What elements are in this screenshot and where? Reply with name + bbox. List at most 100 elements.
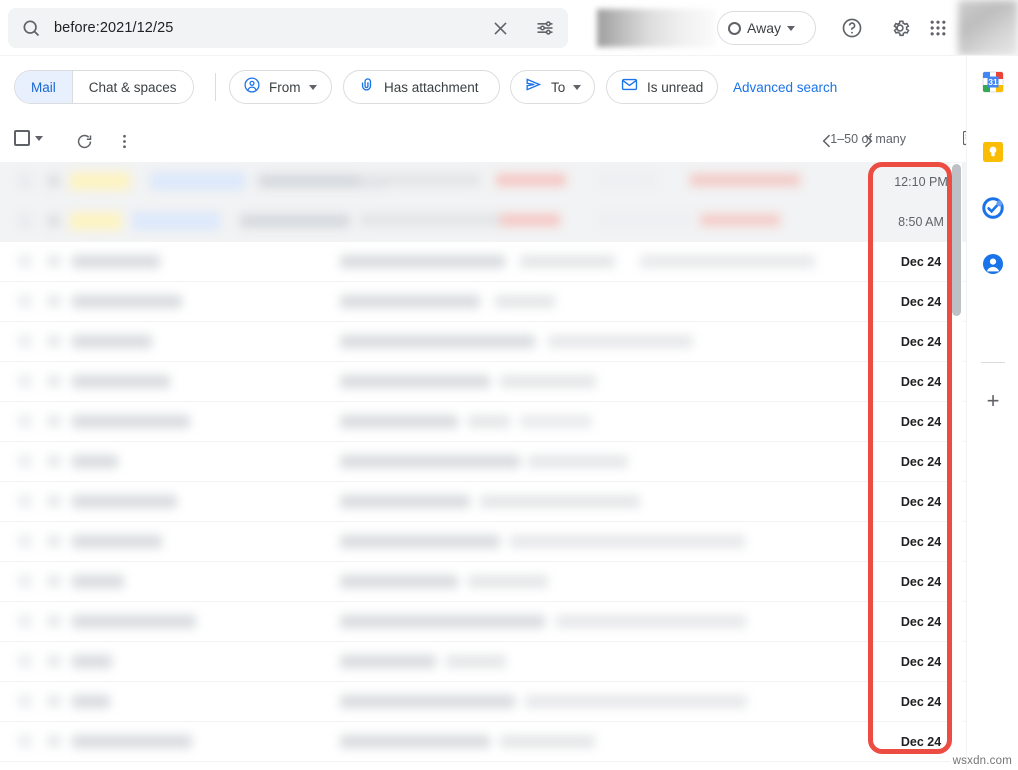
filter-chip-is-unread[interactable]: Is unread [606,70,718,104]
close-icon[interactable] [478,19,522,38]
blurred-account-banner [597,9,715,47]
blurred-text-fragment [48,335,60,347]
email-row-blurred-content [0,562,876,601]
blurred-text-fragment [340,455,520,468]
status-label: Away [747,20,781,36]
filter-chip-has-attachment-label: Has attachment [384,79,479,95]
google-tasks-icon[interactable] [981,196,1005,220]
blurred-text-fragment [48,175,60,187]
blurred-text-fragment [72,735,192,748]
search-bar[interactable] [8,8,568,48]
blurred-text-fragment [72,255,160,268]
google-keep-icon[interactable] [981,140,1005,164]
blurred-text-fragment [48,735,60,747]
blurred-text-fragment [640,255,815,268]
filter-chip-is-unread-label: Is unread [647,79,704,95]
avatar[interactable] [958,0,1018,56]
side-panel: 31 + [966,56,1018,770]
select-all-control[interactable] [14,130,43,146]
email-row[interactable]: Dec 24 [0,722,966,762]
blurred-text-fragment [340,575,458,588]
apps-grid-icon[interactable] [922,12,954,44]
tab-mail[interactable]: Mail [15,71,72,103]
email-row[interactable]: Dec 24 [0,242,966,282]
email-row[interactable]: Dec 24 [0,442,966,482]
paperclip-icon [357,75,376,99]
blurred-text-fragment [18,214,32,228]
google-calendar-icon[interactable]: 31 [981,70,1005,94]
top-bar: Away [0,0,1018,56]
email-row[interactable]: Dec 24 [0,682,966,722]
filter-chip-from[interactable]: From [229,70,332,104]
side-panel-divider [981,362,1005,363]
blurred-text-fragment [72,415,190,428]
google-contacts-icon[interactable] [981,252,1005,276]
blurred-text-fragment [495,295,555,308]
blurred-text-fragment [18,294,32,308]
blurred-text-fragment [340,415,458,428]
more-vertical-icon[interactable] [110,127,138,155]
blurred-text-fragment [548,335,693,348]
blurred-text-fragment [48,655,60,667]
advanced-search-link[interactable]: Advanced search [733,70,837,104]
email-row-blurred-content [0,602,876,641]
blurred-text-fragment [500,735,595,748]
refresh-icon[interactable] [70,127,98,155]
blurred-text-fragment [340,615,545,628]
email-row[interactable]: Dec 24 [0,642,966,682]
email-row-blurred-content [0,322,876,361]
blurred-text-fragment [700,214,780,226]
blurred-text-fragment [48,215,60,227]
email-row[interactable]: Dec 24 [0,602,966,642]
blurred-text-fragment [500,214,560,226]
email-row[interactable]: Dec 24 [0,482,966,522]
email-row[interactable]: 8:50 AM [0,202,966,242]
blurred-text-fragment [340,375,490,388]
email-row[interactable]: Dec 24 [0,322,966,362]
email-row[interactable]: 12:10 PM [0,162,966,202]
email-row[interactable]: Dec 24 [0,362,966,402]
blurred-text-fragment [72,535,162,548]
blurred-text-fragment [340,695,515,708]
blurred-text-fragment [18,374,32,388]
blurred-text-fragment [72,335,152,348]
email-row-blurred-content [0,442,876,481]
search-options-icon[interactable] [522,18,568,38]
email-row[interactable]: Dec 24 [0,402,966,442]
filter-chip-to[interactable]: To [510,70,595,104]
tab-chat-and-spaces[interactable]: Chat & spaces [72,71,193,103]
search-input[interactable] [54,20,478,36]
checkbox-icon[interactable] [14,130,30,146]
blurred-text-fragment [468,575,548,588]
blurred-text-fragment [600,214,690,226]
pagination-prev-button[interactable] [814,128,840,154]
blurred-text-fragment [72,295,182,308]
email-row[interactable]: Dec 24 [0,522,966,562]
envelope-icon [620,75,639,99]
email-row-blurred-content [0,242,876,281]
filter-chip-from-label: From [269,79,301,95]
pagination-next-button[interactable] [855,128,881,154]
blurred-text-fragment [240,214,350,228]
email-row-blurred-content [0,642,876,681]
gear-icon[interactable] [884,12,916,44]
help-icon[interactable] [836,12,868,44]
blurred-text-fragment [340,735,490,748]
blurred-text-fragment [48,455,60,467]
filter-chip-has-attachment[interactable]: Has attachment [343,70,500,104]
status-away-button[interactable]: Away [717,11,816,45]
blurred-text-fragment [340,535,500,548]
chevron-down-icon[interactable] [35,135,43,141]
list-scrollbar-thumb[interactable] [952,164,961,316]
blurred-text-fragment [18,534,32,548]
email-row[interactable]: Dec 24 [0,282,966,322]
plus-icon[interactable]: + [981,389,1005,413]
send-icon [524,75,543,99]
chevron-down-icon [786,25,795,31]
email-row[interactable]: Dec 24 [0,562,966,602]
email-row-blurred-content [0,162,876,201]
blurred-text-fragment [446,655,506,668]
blurred-text-fragment [18,694,32,708]
blurred-text-fragment [70,172,130,190]
email-list[interactable]: 12:10 PM 8:50 AM Dec 24 Dec 24 Dec 24 Dec 24 D… [0,162,966,770]
